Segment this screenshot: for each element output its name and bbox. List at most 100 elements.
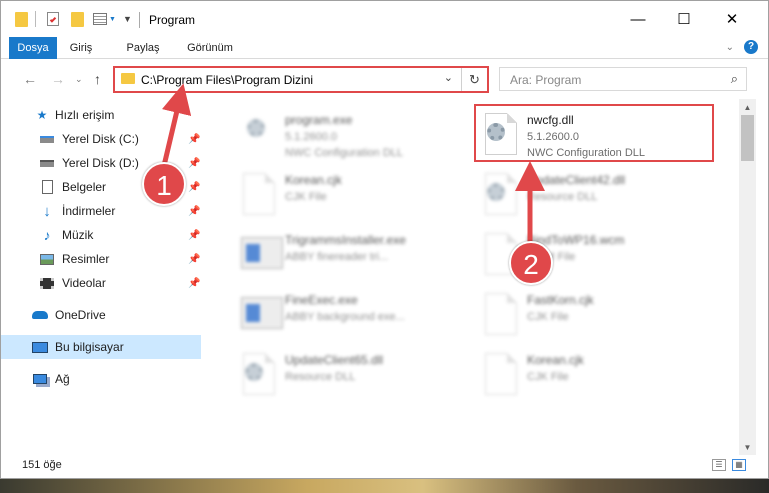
address-bar[interactable]: C:\Program Files\Program Dizini ⌄ ↻ — [113, 66, 489, 93]
explorer-window: ▼ ▼ Program — ☐ ✕ Dosya Giriş Paylaş Gör… — [0, 0, 769, 479]
pin-icon[interactable]: 📌 — [188, 230, 200, 241]
tab-dosya[interactable]: Dosya — [9, 37, 57, 59]
file-item[interactable]: TrigrammsInstaller.exe ABBY finereader t… — [231, 225, 471, 281]
tab-giris[interactable]: Giriş — [61, 37, 101, 59]
new-folder-icon[interactable] — [71, 9, 84, 29]
up-icon[interactable]: ↑ — [94, 71, 101, 87]
sidebar-item-label: Hızlı erişim — [55, 108, 115, 122]
address-path: C:\Program Files\Program Dizini — [141, 73, 314, 87]
network-icon — [32, 372, 48, 386]
address-row: ← → ⌄ ↑ C:\Program Files\Program Dizini … — [1, 59, 768, 99]
pin-icon[interactable]: 📌 — [188, 134, 200, 145]
pin-icon[interactable]: 📌 — [188, 254, 200, 265]
scroll-up-icon[interactable]: ▲ — [739, 99, 756, 115]
file-name: UpdateClient65.dll — [285, 353, 384, 367]
sidebar-item-pictures[interactable]: Resimler 📌 — [1, 247, 201, 271]
pin-icon[interactable]: 📌 — [188, 182, 200, 193]
sidebar-item-videos[interactable]: Videolar 📌 — [1, 271, 201, 295]
sidebar-item-quick-access[interactable]: ★ Hızlı erişim — [1, 103, 201, 127]
tab-paylas[interactable]: Paylaş — [119, 37, 167, 59]
customize-toolbar-icon[interactable]: ▼ — [123, 9, 132, 29]
pin-icon[interactable]: 📌 — [188, 278, 200, 289]
recent-chevron-icon[interactable]: ⌄ — [75, 74, 83, 85]
file-item[interactable]: program.exe 5.1.2600.0 NWC Configuration… — [231, 105, 471, 161]
computer-icon — [32, 340, 48, 354]
file-list: program.exe 5.1.2600.0 NWC Configuration… — [205, 99, 739, 455]
sidebar-item-disk-c[interactable]: Yerel Disk (C:) 📌 — [1, 127, 201, 151]
back-icon[interactable]: ← — [23, 71, 37, 87]
close-button[interactable]: ✕ — [709, 1, 755, 37]
file-item[interactable]: UpdateClient65.dll Resource DLL — [231, 345, 471, 401]
divider — [35, 11, 36, 27]
file-name: UpdateClient42.dll — [527, 173, 626, 187]
sidebar-item-label: Müzik — [62, 228, 94, 242]
file-description: NWC Configuration DLL — [285, 147, 403, 159]
file-item[interactable]: Korean.cjk CJK File — [231, 165, 471, 221]
vertical-scrollbar[interactable]: ▲ ▼ — [739, 99, 756, 455]
file-version: 5.1.2600.0 — [285, 131, 337, 143]
file-icon — [237, 169, 277, 215]
help-icon[interactable]: ? — [744, 40, 758, 54]
address-dropdown-icon[interactable]: ⌄ — [444, 71, 453, 84]
expand-ribbon-icon[interactable]: ⌄ — [726, 42, 734, 53]
search-input[interactable]: Ara: Program ⌕ — [499, 67, 747, 91]
search-placeholder: Ara: Program — [510, 73, 582, 87]
app-icon — [237, 229, 283, 275]
file-type: CJK File — [527, 311, 569, 323]
maximize-button[interactable]: ☐ — [661, 1, 707, 37]
scroll-down-icon[interactable]: ▼ — [739, 439, 756, 455]
properties-icon[interactable] — [47, 9, 59, 29]
minimize-button[interactable]: — — [615, 1, 661, 37]
scroll-thumb[interactable] — [741, 115, 754, 161]
tab-gorunum[interactable]: Görünüm — [181, 37, 239, 59]
title-bar: ▼ ▼ Program — ☐ ✕ — [1, 1, 768, 37]
file-name: Korean.cjk — [527, 353, 584, 367]
sidebar-item-music[interactable]: ♪ Müzik 📌 — [1, 223, 201, 247]
file-name: FastKorn.cjk — [527, 293, 594, 307]
folder-icon — [121, 73, 135, 84]
navigation-pane: ★ Hızlı erişim Yerel Disk (C:) 📌 Yerel D… — [1, 99, 205, 455]
file-name: FineExec.exe — [285, 293, 358, 307]
highlight-box — [474, 104, 714, 162]
pin-icon[interactable]: 📌 — [188, 158, 200, 169]
refresh-icon[interactable]: ↻ — [461, 68, 487, 91]
sidebar-item-label: Resimler — [62, 252, 110, 266]
file-icon — [479, 289, 519, 335]
callout-one: 1 — [142, 162, 186, 206]
sidebar-item-network[interactable]: Ağ — [1, 367, 201, 391]
large-icons-view-icon[interactable]: ▦ — [732, 459, 746, 471]
sidebar-item-this-pc[interactable]: Bu bilgisayar — [1, 335, 201, 359]
drive-icon — [39, 132, 55, 146]
file-item[interactable]: FastKorn.cjk CJK File — [473, 285, 713, 341]
folder-icon[interactable] — [15, 9, 28, 29]
pin-icon[interactable]: 📌 — [188, 206, 200, 217]
sidebar-item-label: OneDrive — [55, 308, 106, 322]
file-item[interactable]: Korean.cjk CJK File — [473, 345, 713, 401]
sidebar-item-onedrive[interactable]: OneDrive — [1, 303, 201, 327]
window-title: Program — [149, 13, 196, 27]
file-name: Korean.cjk — [285, 173, 342, 187]
file-type: Resource DLL — [285, 371, 356, 383]
item-count: 151 öğe — [22, 459, 62, 471]
forward-icon[interactable]: → — [51, 71, 65, 87]
file-type: CJK File — [285, 191, 327, 203]
file-description: ABBY finereader tri... — [285, 251, 389, 263]
file-type: CJK File — [527, 371, 569, 383]
search-icon[interactable]: ⌕ — [731, 71, 738, 87]
pictures-icon — [39, 252, 55, 266]
videos-icon — [39, 276, 55, 290]
details-view-icon[interactable]: ☰ — [712, 459, 726, 471]
file-name: program.exe — [285, 113, 353, 127]
file-item[interactable]: FineExec.exe ABBY background exe... — [231, 285, 471, 341]
app-icon — [237, 289, 283, 335]
view-options-icon[interactable]: ▼ — [93, 9, 116, 29]
dll-icon — [479, 169, 519, 215]
drive-icon — [39, 156, 55, 170]
file-item[interactable]: BindToWP16.wcm WCM File — [473, 225, 713, 281]
file-item[interactable]: UpdateClient42.dll Resource DLL — [473, 165, 713, 221]
star-icon: ★ — [36, 108, 48, 122]
status-bar: 151 öğe ☰ ▦ — [1, 455, 768, 478]
title-separator — [139, 12, 140, 28]
exe-icon — [237, 109, 277, 155]
cloud-icon — [32, 308, 48, 322]
